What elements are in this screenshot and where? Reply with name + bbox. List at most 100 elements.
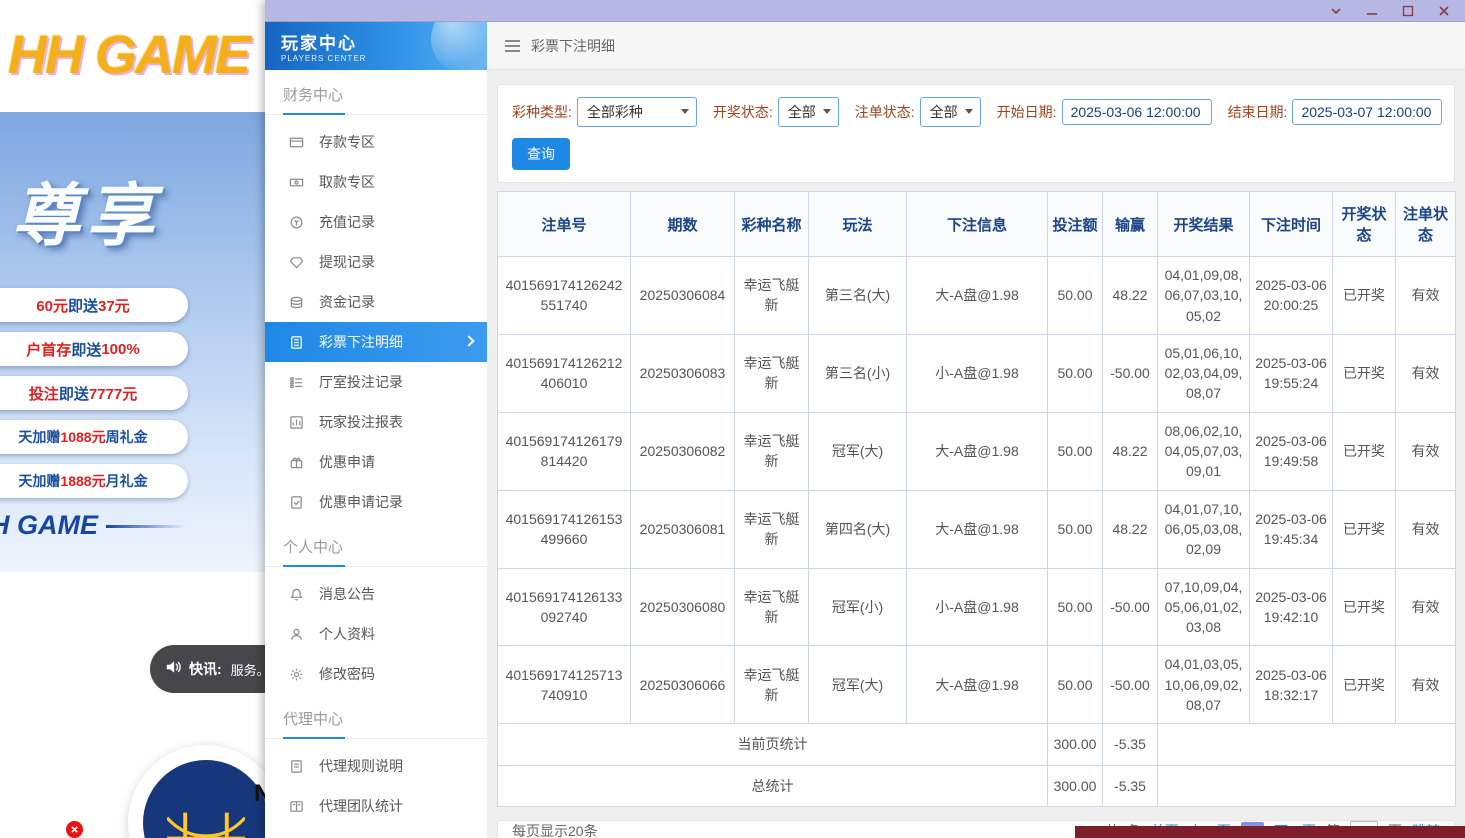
query-button[interactable]: 查询 — [512, 138, 570, 170]
sidebar-item-label: 优惠申请 — [319, 452, 375, 472]
close-icon[interactable] — [1437, 5, 1451, 17]
sidebar-item-label: 取款专区 — [319, 172, 375, 192]
speaker-icon — [164, 658, 182, 681]
maximize-icon[interactable] — [1401, 5, 1415, 17]
header-bet-amount: 投注额 — [1048, 192, 1103, 257]
table-cell: -50.00 — [1103, 646, 1158, 724]
sidebar-item-agent-team-stats[interactable]: 代理团队统计 — [265, 786, 487, 826]
header-period: 期数 — [631, 192, 735, 257]
sidebar-item-label: 优惠申请记录 — [319, 492, 403, 512]
table-cell: 20250306080 — [631, 568, 735, 646]
sidebar-item-fund-records[interactable]: 资金记录 — [265, 282, 487, 322]
bell-icon — [289, 587, 304, 602]
table-cell: 幸运飞艇新 — [735, 257, 809, 335]
sidebar-title: 玩家中心 — [281, 29, 487, 54]
sidebar-item-recharge-records[interactable]: 充值记录 — [265, 202, 487, 242]
sidebar-item-change-password[interactable]: 修改密码 — [265, 654, 487, 694]
start-date-input[interactable] — [1062, 99, 1212, 125]
table-cell: 401569174126179814420 — [498, 412, 631, 490]
sidebar-item-lottery-bet-details[interactable]: 彩票下注明细 — [265, 322, 487, 362]
page-summary-row: 当前页统计 300.00 -5.35 — [498, 724, 1456, 765]
sidebar-item-profile[interactable]: 个人资料 — [265, 614, 487, 654]
table-cell: 有效 — [1396, 568, 1456, 646]
table-cell: 小-A盘@1.98 — [907, 334, 1048, 412]
order-status-select[interactable]: 全部 — [920, 97, 981, 127]
summary-label: 当前页统计 — [498, 724, 1048, 765]
sidebar-item-messages[interactable]: 消息公告 — [265, 574, 487, 614]
table-cell: 有效 — [1396, 257, 1456, 335]
table-cell: 20250306083 — [631, 334, 735, 412]
section-title-personal: 个人中心 — [265, 522, 487, 567]
coins-icon — [289, 295, 304, 310]
diamond-icon — [289, 255, 304, 270]
players-center-window: 玩家中心 PLAYERS CENTER 财务中心 存款专区 取款专区 — [265, 0, 1465, 838]
summary-empty — [1158, 765, 1456, 806]
promo-pill[interactable]: 户首存 即送 100% — [0, 332, 188, 366]
sidebar-item-hall-bet-records[interactable]: 厅室投注记录 — [265, 362, 487, 402]
draw-status-select[interactable]: 全部 — [778, 97, 839, 127]
table-row: 401569174126179814420 20250306082 幸运飞艇新 … — [498, 412, 1456, 490]
gift-icon — [289, 455, 304, 470]
minimize-icon[interactable] — [1365, 5, 1379, 17]
sidebar-item-promo-apply-records[interactable]: 优惠申请记录 — [265, 482, 487, 522]
menu-icon[interactable] — [505, 40, 520, 52]
error-badge-icon[interactable] — [66, 821, 83, 838]
total-summary-row: 总统计 300.00 -5.35 — [498, 765, 1456, 806]
promo-pill[interactable]: 天加赠 1088元 周礼金 — [0, 420, 188, 454]
sidebar-item-deposit-zone[interactable]: 存款专区 — [265, 122, 487, 162]
sidebar-item-label: 修改密码 — [319, 664, 375, 684]
bets-table-wrap: 注单号 期数 彩种名称 玩法 下注信息 投注额 输赢 开奖结果 下注时间 开奖状… — [497, 191, 1455, 807]
sidebar-item-player-bet-report[interactable]: 玩家投注报表 — [265, 402, 487, 442]
table-cell: 第四名(大) — [809, 490, 907, 568]
table-cell: 幸运飞艇新 — [735, 334, 809, 412]
sidebar-item-label: 个人资料 — [319, 624, 375, 644]
table-cell: 2025-03-06 19:45:34 — [1250, 490, 1333, 568]
lottery-type-label: 彩种类型: — [512, 102, 572, 122]
table-cell: 有效 — [1396, 412, 1456, 490]
table-cell: 2025-03-06 18:32:17 — [1250, 646, 1333, 724]
header-win-loss: 输赢 — [1103, 192, 1158, 257]
user-icon — [289, 627, 304, 642]
table-cell: 20250306084 — [631, 257, 735, 335]
lottery-type-select[interactable]: 全部彩种 — [577, 97, 697, 127]
table-cell: 401569174126153499660 — [498, 490, 631, 568]
table-cell: 有效 — [1396, 490, 1456, 568]
header-draw-result: 开奖结果 — [1158, 192, 1250, 257]
chevron-right-icon — [463, 335, 474, 346]
promo-pill[interactable]: 60元 即送 37元 — [0, 288, 188, 322]
table-cell: 2025-03-06 19:49:58 — [1250, 412, 1333, 490]
coin-icon — [289, 215, 304, 230]
table-cell: 401569174126212406010 — [498, 334, 631, 412]
table-row: 401569174126133092740 20250306080 幸运飞艇新 … — [498, 568, 1456, 646]
promo-pill[interactable]: 投注 即送 7777元 — [0, 376, 188, 410]
table-cell: 2025-03-06 19:42:10 — [1250, 568, 1333, 646]
sidebar-item-withdraw-records[interactable]: 提现记录 — [265, 242, 487, 282]
breadcrumb-bar: 彩票下注明细 — [487, 22, 1465, 70]
promo-pill[interactable]: 天加赠 1888元 月礼金 — [0, 464, 188, 498]
sidebar-item-agent-rules[interactable]: 代理规则说明 — [265, 746, 487, 786]
table-cell: 50.00 — [1048, 412, 1103, 490]
header-bet-info: 下注信息 — [907, 192, 1048, 257]
summary-win-loss: -5.35 — [1103, 765, 1158, 806]
header-play: 玩法 — [809, 192, 907, 257]
card-icon — [289, 135, 304, 150]
sidebar-item-promo-apply[interactable]: 优惠申请 — [265, 442, 487, 482]
h-game-logo: H GAME — [0, 510, 186, 541]
table-cell: 大-A盘@1.98 — [907, 257, 1048, 335]
table-cell: 大-A盘@1.98 — [907, 490, 1048, 568]
chevron-down-icon[interactable] — [1329, 5, 1343, 17]
table-cell: 冠军(大) — [809, 412, 907, 490]
list-icon — [289, 375, 304, 390]
sidebar-item-withdraw-zone[interactable]: 取款专区 — [265, 162, 487, 202]
table-cell: 有效 — [1396, 646, 1456, 724]
table-cell: 04,01,07,10,06,05,03,08,02,09 — [1158, 490, 1250, 568]
section-title-agent: 代理中心 — [265, 694, 487, 739]
window-titlebar — [265, 0, 1465, 22]
sidebar-item-label: 消息公告 — [319, 584, 375, 604]
sidebar-item-label: 提现记录 — [319, 252, 375, 272]
doc-check-icon — [289, 495, 304, 510]
banknote-icon — [289, 175, 304, 190]
document-icon — [289, 335, 304, 350]
header-bet-time: 下注时间 — [1250, 192, 1333, 257]
end-date-input[interactable] — [1292, 99, 1442, 125]
